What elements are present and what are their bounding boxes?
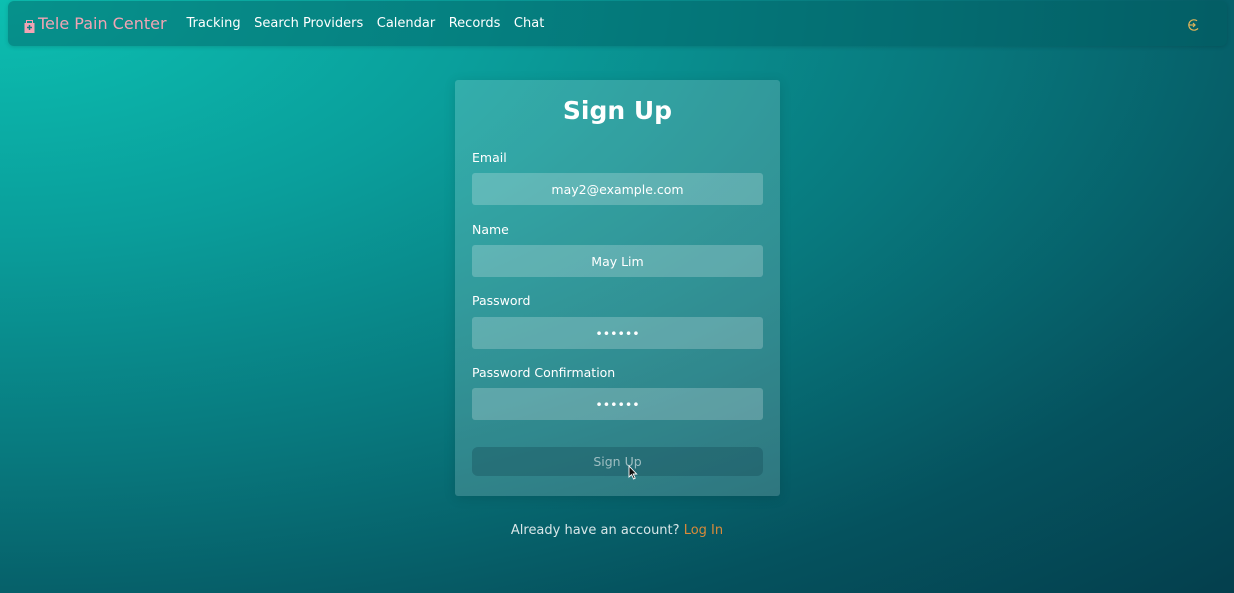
email-label: Email [472,150,507,165]
password-label: Password [472,293,531,308]
sign-up-button[interactable]: Sign Up [472,447,763,476]
login-prompt-text: Already have an account? [510,523,680,538]
login-prompt: Already have an account? Log In [0,523,1234,538]
login-link[interactable]: Log In [684,523,723,538]
password-field[interactable] [472,317,763,349]
password-confirmation-field[interactable] [472,388,763,420]
nav-tracking[interactable]: Tracking [187,16,241,31]
navbar: Tele Pain Center Tracking Search Provide… [8,1,1227,46]
nav-search-providers[interactable]: Search Providers [254,16,363,31]
nav-chat[interactable]: Chat [514,16,544,31]
name-label: Name [472,222,509,237]
name-field[interactable] [472,245,763,277]
nav-links: Tracking Search Providers Calendar Recor… [187,16,558,31]
brand-name: Tele Pain Center [38,14,167,33]
email-field[interactable] [472,173,763,205]
clinic-icon [24,18,35,33]
nav-calendar[interactable]: Calendar [377,16,435,31]
logout-icon[interactable] [1187,17,1201,31]
password-confirmation-label: Password Confirmation [472,365,616,380]
signup-card: Sign Up Email Name Password Password Con… [455,80,780,496]
page-title: Sign Up [562,96,673,125]
brand-link[interactable]: Tele Pain Center [24,14,167,33]
nav-records[interactable]: Records [449,16,501,31]
